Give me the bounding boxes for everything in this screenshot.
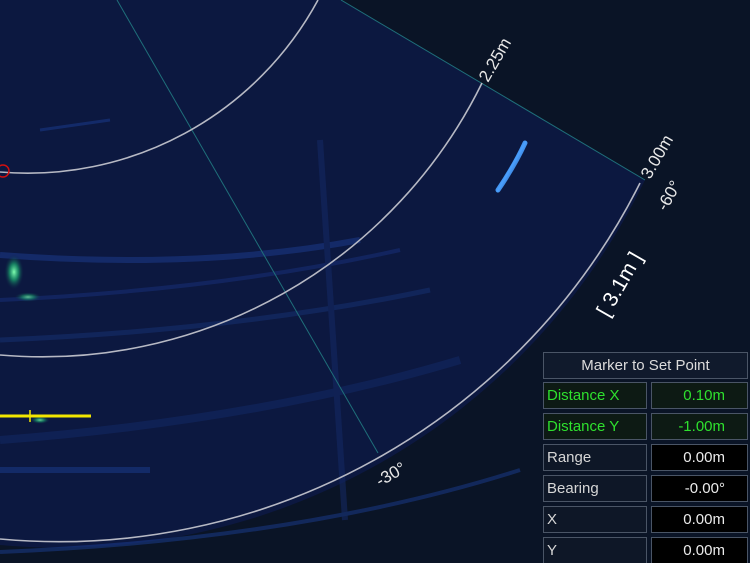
sonar-app: 2.25m 3.00m -60° -30° [ 3.1m ] Marker to… [0,0,750,563]
marker-to-set-point-panel: Marker to Set Point Distance X 0.10m Dis… [543,352,748,563]
bearing-value: -0.00° [651,475,748,502]
row-y: Y 0.00m [543,537,748,563]
row-distance-y: Distance Y -1.00m [543,413,748,440]
range-label-3-00: 3.00m [637,132,677,182]
row-distance-x: Distance X 0.10m [543,382,748,409]
range-setting-label: [ 3.1m ] [592,248,647,320]
distance-x-label: Distance X [543,382,647,409]
bearing-label: Bearing [543,475,647,502]
range-label-2-25: 2.25m [475,35,515,85]
x-label: X [543,506,647,533]
distance-y-label: Distance Y [543,413,647,440]
y-value: 0.00m [651,537,748,563]
bearing-label-minus-60: -60° [653,177,685,214]
distance-x-value: 0.10m [651,382,748,409]
echo-blob [4,254,24,290]
row-x: X 0.00m [543,506,748,533]
range-label: Range [543,444,647,471]
row-range: Range 0.00m [543,444,748,471]
row-bearing: Bearing -0.00° [543,475,748,502]
echo-blob [14,292,42,302]
panel-title: Marker to Set Point [543,352,748,379]
y-label: Y [543,537,647,563]
distance-y-value: -1.00m [651,413,748,440]
x-value: 0.00m [651,506,748,533]
range-value: 0.00m [651,444,748,471]
